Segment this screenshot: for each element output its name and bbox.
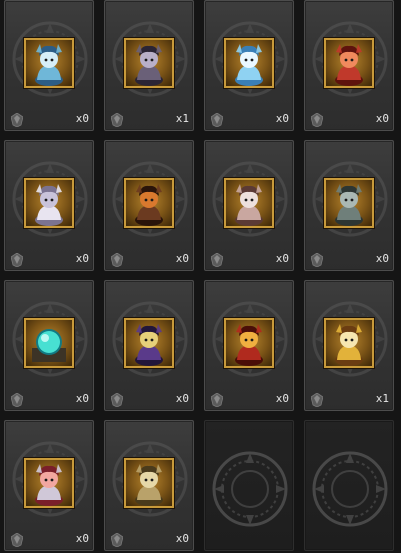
monster-portrait-frame: [224, 318, 274, 368]
monster-portrait-frame: [24, 458, 74, 508]
owned-count: x0: [75, 112, 89, 125]
gem-icon: [310, 112, 324, 128]
owned-count: x0: [75, 252, 89, 265]
monster-card[interactable]: x0: [204, 280, 294, 411]
gem-icon: [110, 392, 124, 408]
owned-count: x0: [275, 392, 289, 405]
card-emblem-icon: [210, 449, 290, 529]
gem-icon: [10, 392, 24, 408]
monster-card[interactable]: x0: [304, 140, 394, 271]
monster-portrait-frame: [24, 38, 74, 88]
monster-portrait-frame: [124, 178, 174, 228]
monster-card[interactable]: x0: [204, 0, 294, 131]
owned-count: x0: [75, 392, 89, 405]
monster-card-grid: x0 x1 x0 x0 x0 x0 x0 x0 x0 x0 x0 x1 x0 x0: [4, 0, 397, 553]
gem-icon: [110, 252, 124, 268]
monster-card[interactable]: x1: [104, 0, 194, 131]
gem-icon: [310, 392, 324, 408]
monster-portrait-frame: [324, 38, 374, 88]
owned-count: x0: [375, 252, 389, 265]
owned-count: x0: [375, 112, 389, 125]
monster-card[interactable]: x0: [304, 0, 394, 131]
gem-icon: [210, 112, 224, 128]
monster-card[interactable]: x0: [104, 280, 194, 411]
monster-portrait-frame: [124, 458, 174, 508]
monster-card[interactable]: x0: [204, 140, 294, 271]
owned-count: x0: [175, 532, 189, 545]
empty-monster-slot: [304, 420, 394, 551]
gem-icon: [10, 112, 24, 128]
monster-card[interactable]: x0: [4, 0, 94, 131]
gem-icon: [110, 532, 124, 548]
monster-card[interactable]: x0: [104, 420, 194, 551]
monster-card[interactable]: x0: [4, 420, 94, 551]
owned-count: x1: [175, 112, 189, 125]
monster-card[interactable]: x0: [4, 140, 94, 271]
monster-portrait-frame: [124, 318, 174, 368]
owned-count: x0: [175, 392, 189, 405]
monster-card[interactable]: x0: [104, 140, 194, 271]
monster-portrait-frame: [324, 178, 374, 228]
owned-count: x1: [375, 392, 389, 405]
gem-icon: [210, 252, 224, 268]
monster-portrait-frame: [324, 318, 374, 368]
owned-count: x0: [175, 252, 189, 265]
monster-portrait-frame: [24, 318, 74, 368]
owned-count: x0: [275, 112, 289, 125]
gem-icon: [110, 112, 124, 128]
gem-icon: [310, 252, 324, 268]
monster-portrait-frame: [124, 38, 174, 88]
owned-count: x0: [75, 532, 89, 545]
monster-portrait-frame: [24, 178, 74, 228]
gem-icon: [10, 532, 24, 548]
gem-icon: [210, 392, 224, 408]
monster-card[interactable]: x1: [304, 280, 394, 411]
owned-count: x0: [275, 252, 289, 265]
monster-portrait-frame: [224, 178, 274, 228]
monster-card[interactable]: x0: [4, 280, 94, 411]
empty-monster-slot: [204, 420, 294, 551]
gem-icon: [10, 252, 24, 268]
card-emblem-icon: [310, 449, 390, 529]
monster-portrait-frame: [224, 38, 274, 88]
